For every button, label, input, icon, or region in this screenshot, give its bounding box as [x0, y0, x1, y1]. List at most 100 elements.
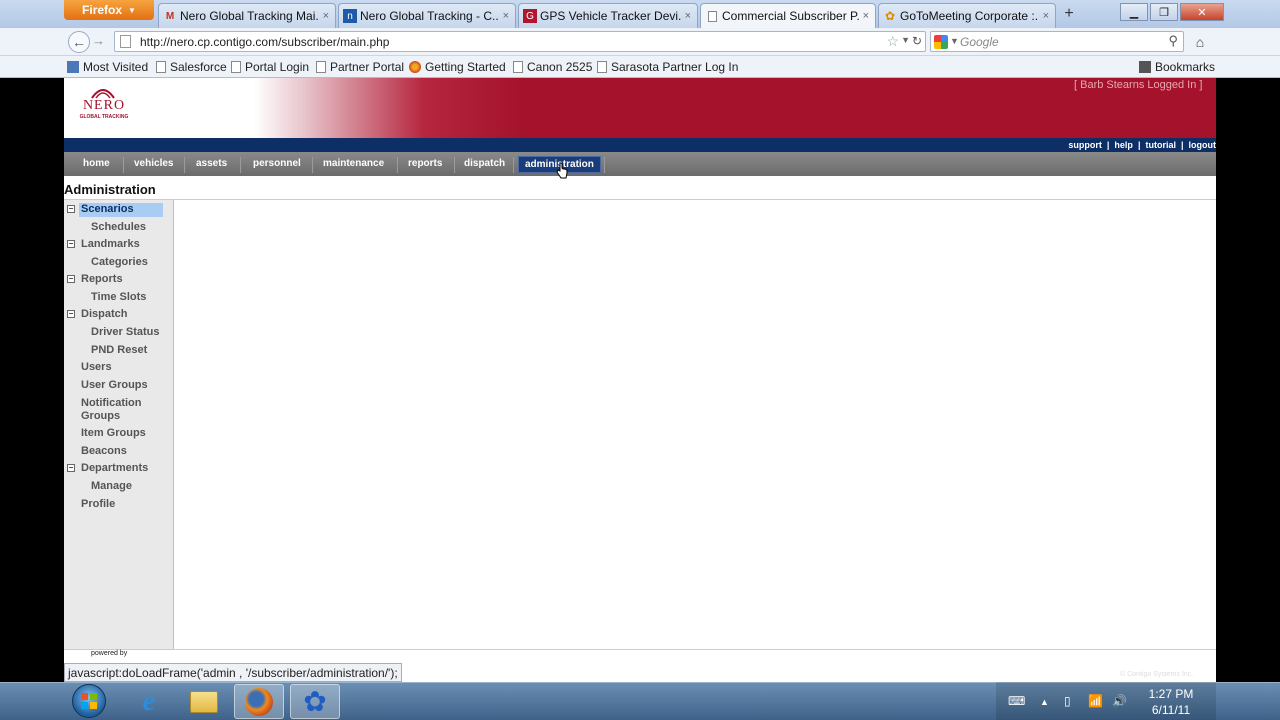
sidebar-item-dispatch[interactable]: Dispatch — [81, 308, 127, 321]
menu-divider — [513, 157, 514, 173]
tab-label: Nero Global Tracking Mai... — [180, 9, 319, 23]
maximize-button[interactable]: ❐ — [1150, 3, 1178, 21]
new-tab-button[interactable]: + — [1058, 5, 1080, 25]
menu-vehicles[interactable]: vehicles — [134, 156, 173, 173]
chevron-down-icon[interactable]: ▼ — [950, 36, 959, 46]
sidebar-item-departments[interactable]: Departments — [81, 462, 148, 475]
menu-dispatch[interactable]: dispatch — [464, 156, 505, 173]
show-hidden-icons[interactable]: ▲ — [1040, 697, 1049, 707]
reload-icon[interactable]: ↻ — [912, 34, 922, 48]
search-icon[interactable]: ⚲ — [1168, 33, 1178, 49]
separator: | — [1137, 140, 1141, 150]
tab-commercial-subscriber[interactable]: Commercial Subscriber P... × — [700, 3, 876, 28]
bookmark-sarasota-partner[interactable]: Sarasota Partner Log In — [597, 60, 738, 74]
gps-favicon: G — [523, 9, 537, 23]
tab-gps-tracker[interactable]: G GPS Vehicle Tracker Devi... × — [518, 3, 698, 28]
sidebar-item-landmarks[interactable]: Landmarks — [81, 238, 140, 251]
menu-personnel[interactable]: personnel — [253, 156, 301, 173]
back-button[interactable]: ← — [68, 31, 90, 53]
tab-gotomeeting[interactable]: ✿ GoToMeeting Corporate :... × — [878, 3, 1056, 28]
collapse-icon[interactable]: − — [67, 464, 75, 472]
tab-nero-tracking[interactable]: n Nero Global Tracking - C... × — [338, 3, 516, 28]
chevron-down-icon[interactable]: ▼ — [901, 35, 910, 45]
start-button[interactable] — [72, 684, 106, 718]
powered-by-text: powered by — [91, 650, 128, 657]
logout-link[interactable]: logout — [1189, 140, 1217, 150]
taskbar-internet-explorer[interactable]: e — [124, 684, 174, 719]
nero-favicon: n — [343, 9, 357, 23]
collapse-icon[interactable]: − — [67, 240, 75, 248]
bookmark-label: Partner Portal — [330, 60, 405, 74]
network-signal-icon[interactable]: 📶 — [1088, 694, 1103, 708]
google-icon[interactable] — [934, 35, 948, 49]
copyright-text: © Contigo Systems Inc. — [1120, 671, 1194, 678]
keyboard-icon[interactable]: ⌨ — [1008, 694, 1025, 708]
close-icon[interactable]: × — [863, 10, 869, 22]
menu-reports[interactable]: reports — [408, 156, 442, 173]
bookmarks-menu[interactable]: Bookmarks — [1139, 60, 1215, 74]
forward-button[interactable]: → — [92, 33, 105, 48]
home-button[interactable]: ⌂ — [1188, 31, 1212, 52]
sidebar-item-users[interactable]: Users — [81, 361, 112, 374]
window-close-button[interactable]: ✕ — [1180, 3, 1224, 21]
bookmark-canon-2525[interactable]: Canon 2525 — [513, 60, 592, 74]
minimize-button[interactable]: ▁ — [1120, 3, 1148, 21]
sidebar-item-categories[interactable]: Categories — [91, 256, 148, 269]
battery-icon[interactable]: ▯ — [1064, 694, 1071, 708]
collapse-icon[interactable]: − — [67, 310, 75, 318]
bookmark-getting-started[interactable]: Getting Started — [409, 60, 506, 74]
sidebar-item-reports[interactable]: Reports — [81, 273, 123, 286]
support-link[interactable]: support — [1068, 140, 1102, 150]
taskbar-gotomeeting[interactable]: ✿ — [290, 684, 340, 719]
sidebar-item-beacons[interactable]: Beacons — [81, 445, 127, 458]
search-placeholder: Google — [960, 35, 999, 49]
tab-nero-mail[interactable]: M Nero Global Tracking Mai... × — [158, 3, 336, 28]
volume-icon[interactable]: 🔊 — [1112, 694, 1127, 708]
sidebar-item-user-groups[interactable]: User Groups — [81, 379, 148, 392]
nero-logo[interactable]: NERO GLOBAL TRACKING — [72, 86, 136, 128]
main-menu-bar — [64, 152, 1216, 176]
gmail-icon: M — [165, 10, 175, 22]
menu-assets[interactable]: assets — [196, 156, 227, 173]
menu-divider — [312, 157, 313, 173]
bookmark-partner-portal[interactable]: Partner Portal — [316, 60, 404, 74]
menu-divider — [240, 157, 241, 173]
collapse-icon[interactable]: − — [67, 275, 75, 283]
tab-label: GoToMeeting Corporate :... — [900, 9, 1039, 23]
sidebar-item-time-slots[interactable]: Time Slots — [91, 291, 146, 304]
close-icon[interactable]: × — [685, 10, 691, 22]
help-link[interactable]: help — [1114, 140, 1133, 150]
search-box[interactable]: ▼ Google ⚲ — [930, 31, 1184, 52]
sidebar-item-profile[interactable]: Profile — [81, 498, 115, 511]
sidebar-item-notification-groups[interactable]: Notification Groups — [81, 397, 161, 423]
close-icon[interactable]: × — [1043, 10, 1049, 22]
collapse-icon[interactable]: − — [67, 205, 75, 213]
taskbar-firefox[interactable] — [234, 684, 284, 719]
menu-maintenance[interactable]: maintenance — [323, 156, 384, 173]
sidebar-item-scenarios[interactable]: Scenarios — [79, 203, 163, 217]
taskbar-file-explorer[interactable] — [179, 684, 229, 719]
tutorial-link[interactable]: tutorial — [1145, 140, 1176, 150]
tab-label: Commercial Subscriber P... — [722, 9, 859, 23]
most-visited-icon — [67, 61, 79, 73]
site-header-banner — [64, 78, 1216, 138]
minimize-icon: ▁ — [1129, 6, 1139, 19]
sidebar-item-schedules[interactable]: Schedules — [91, 221, 146, 234]
sidebar-item-pnd-reset[interactable]: PND Reset — [91, 344, 147, 357]
bookmark-star-icon[interactable]: ☆ — [886, 33, 899, 50]
bookmarks-menu-label: Bookmarks — [1155, 60, 1216, 74]
bookmark-salesforce[interactable]: Salesforce — [156, 60, 227, 74]
address-bar[interactable]: http://nero.cp.contigo.com/subscriber/ma… — [114, 31, 926, 52]
sidebar-item-driver-status[interactable]: Driver Status — [91, 326, 159, 339]
taskbar-clock[interactable]: 1:27 PM 6/11/11 — [1140, 686, 1202, 718]
bookmark-portal-login[interactable]: Portal Login — [231, 60, 309, 74]
close-icon[interactable]: × — [323, 10, 329, 22]
close-icon[interactable]: × — [503, 10, 509, 22]
hand-cursor-icon — [556, 162, 568, 179]
bookmark-most-visited[interactable]: Most Visited — [67, 60, 148, 74]
bookmark-label: Canon 2525 — [527, 60, 593, 74]
firefox-menu-button[interactable]: Firefox ▼ — [64, 0, 154, 20]
sidebar-item-manage[interactable]: Manage — [91, 480, 132, 493]
menu-home[interactable]: home — [83, 156, 110, 173]
sidebar-item-item-groups[interactable]: Item Groups — [81, 427, 146, 440]
